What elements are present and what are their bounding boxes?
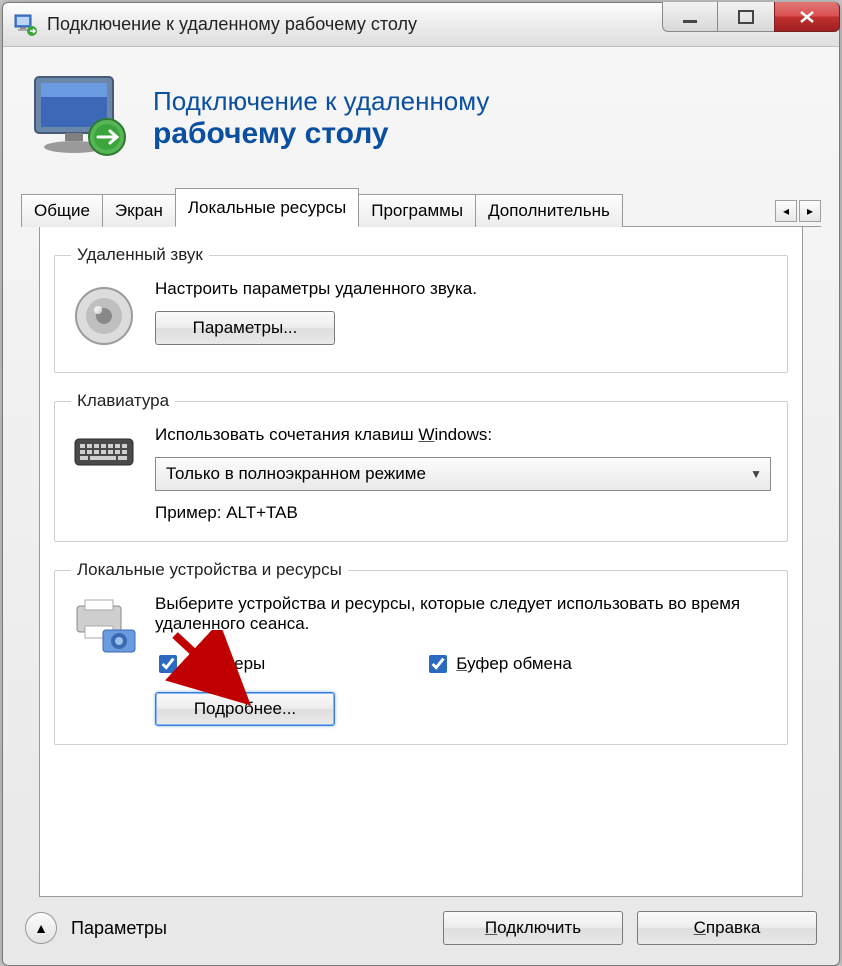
- tab-local-resources[interactable]: Локальные ресурсы: [175, 188, 359, 227]
- tab-general[interactable]: Общие: [21, 194, 103, 227]
- tab-scroll-left-button[interactable]: ◂: [775, 200, 797, 222]
- tab-panel: Удаленный звук Настроить параметры удале…: [39, 227, 803, 897]
- window-title: Подключение к удаленному рабочему столу: [47, 14, 417, 35]
- header-line1: Подключение к удаленному: [153, 87, 489, 117]
- tab-programs[interactable]: Программы: [358, 194, 476, 227]
- minimize-button[interactable]: [662, 2, 718, 32]
- monitor-icon: [25, 69, 135, 169]
- options-label: Параметры: [71, 918, 167, 939]
- window-controls: [662, 2, 840, 32]
- group-keyboard: Клавиатура: [54, 391, 788, 542]
- group-local-devices: Локальные устройства и ресурсы Выберите …: [54, 560, 788, 745]
- keyboard-combo[interactable]: Только в полноэкранном режиме ▼: [155, 457, 771, 491]
- rdc-app-icon: [13, 12, 39, 38]
- chevron-down-icon: ▼: [750, 467, 762, 481]
- devices-desc: Выберите устройства и ресурсы, которые с…: [155, 594, 771, 634]
- keyboard-combo-value: Только в полноэкранном режиме: [166, 464, 426, 484]
- chevron-up-icon: ▲: [34, 920, 48, 936]
- tab-display[interactable]: Экран: [102, 194, 176, 227]
- header: Подключение к удаленному рабочему столу: [3, 47, 839, 187]
- connect-button[interactable]: Подключить: [443, 911, 623, 945]
- legend-keyboard: Клавиатура: [71, 391, 175, 411]
- footer: ▲ Параметры Подключить Справка: [3, 897, 839, 965]
- keyboard-icon: [71, 425, 141, 523]
- tab-scroll-right-button[interactable]: ▸: [799, 200, 821, 222]
- keyboard-example: Пример: ALT+TAB: [155, 503, 771, 523]
- header-line2: рабочему столу: [153, 117, 489, 152]
- legend-devices: Локальные устройства и ресурсы: [71, 560, 348, 580]
- checkbox-clipboard-input[interactable]: [429, 655, 447, 673]
- help-button[interactable]: Справка: [637, 911, 817, 945]
- audio-settings-button[interactable]: Параметры...: [155, 311, 335, 345]
- tabs: Общие Экран Локальные ресурсы Программы …: [21, 187, 821, 227]
- tab-advanced[interactable]: Дополнительнь: [475, 194, 623, 227]
- legend-audio: Удаленный звук: [71, 245, 209, 265]
- options-toggle-button[interactable]: ▲: [25, 912, 57, 944]
- speaker-icon: [71, 279, 141, 354]
- checkbox-printers-input[interactable]: [159, 655, 177, 673]
- close-button[interactable]: [774, 2, 840, 32]
- devices-more-button[interactable]: Подробнее...: [155, 692, 335, 726]
- keyboard-desc: Использовать сочетания клавиш Windows:: [155, 425, 771, 445]
- window: Подключение к удаленному рабочему столу …: [2, 2, 840, 966]
- group-remote-audio: Удаленный звук Настроить параметры удале…: [54, 245, 788, 373]
- checkbox-clipboard[interactable]: Буфер обмена: [425, 652, 572, 676]
- checkbox-printers[interactable]: Принтеры: [155, 652, 265, 676]
- audio-desc: Настроить параметры удаленного звука.: [155, 279, 771, 299]
- titlebar[interactable]: Подключение к удаленному рабочему столу: [3, 3, 839, 47]
- printer-camera-icon: [71, 594, 141, 726]
- maximize-button[interactable]: [718, 2, 774, 32]
